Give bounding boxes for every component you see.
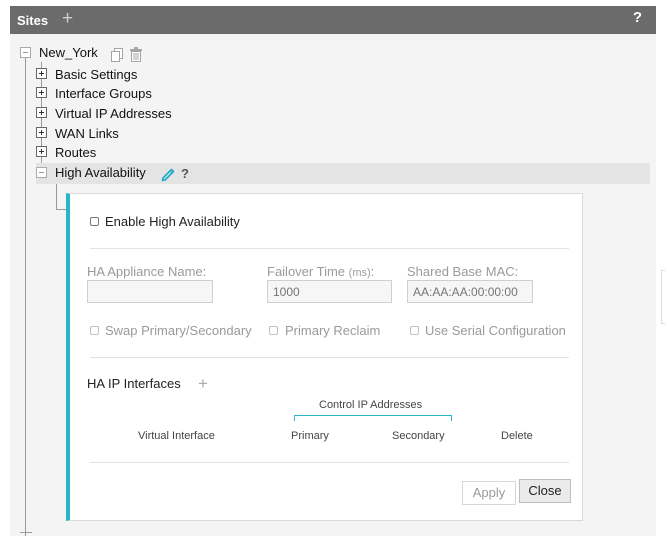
delete-icon[interactable] [130,47,142,67]
use-serial-config-label: Use Serial Configuration [425,323,566,338]
ha-ip-interfaces-title: HA IP Interfaces [87,376,181,391]
tree-root-new-york[interactable]: New_York [39,45,98,60]
divider-middle [90,357,569,358]
scrollbar-stub[interactable] [661,270,665,324]
expand-toggle-interface-groups[interactable] [36,87,47,98]
failover-colon: : [370,264,375,279]
pencil-edit-icon[interactable] [161,166,176,187]
expand-toggle-basic-settings[interactable] [36,68,47,79]
failover-time-text: Failover Time [267,264,346,279]
use-serial-config-checkbox[interactable] [410,326,419,335]
ha-help-icon[interactable]: ? [181,166,189,181]
high-availability-form: Enable High Availability HA Appliance Na… [66,193,583,521]
tree-item-routes[interactable]: Routes [55,145,96,160]
swap-primary-secondary-label: Swap Primary/Secondary [105,323,252,338]
apply-button[interactable]: Apply [462,481,516,505]
col-secondary: Secondary [392,430,445,442]
failover-unit: (ms) [348,267,371,279]
copy-icon[interactable] [111,48,124,67]
failover-time-label: Failover Time (ms): [267,264,374,279]
tree-item-virtual-ip-addresses[interactable]: Virtual IP Addresses [55,106,172,121]
col-delete: Delete [501,430,533,442]
tree-line-root-bottom [20,532,32,533]
shared-base-mac-input[interactable] [407,280,533,303]
sites-header: Sites + ? [10,6,656,34]
enable-ha-label: Enable High Availability [105,214,240,229]
primary-reclaim-label: Primary Reclaim [285,323,381,338]
collapse-toggle-high-availability[interactable] [36,167,47,178]
primary-reclaim-checkbox[interactable] [269,326,278,335]
control-ip-bracket [294,415,452,421]
tree-item-wan-links[interactable]: WAN Links [55,126,119,141]
collapse-toggle-root[interactable] [20,47,31,58]
divider-bottom [90,462,569,463]
shared-base-mac-label: Shared Base MAC: [407,264,519,279]
col-virtual-interface: Virtual Interface [138,430,215,442]
expand-toggle-wan-links[interactable] [36,127,47,138]
expand-toggle-routes[interactable] [36,146,47,157]
help-icon[interactable]: ? [633,9,642,26]
control-ip-addresses-header: Control IP Addresses [319,399,423,411]
failover-time-input[interactable] [267,280,392,303]
close-button[interactable]: Close [519,479,571,503]
sites-title: Sites [17,13,49,28]
tree-line-ha [56,180,57,210]
tree-item-high-availability[interactable]: High Availability [55,165,146,180]
add-site-icon[interactable]: + [62,8,73,30]
add-interface-icon[interactable]: + [198,374,208,394]
expand-toggle-virtual-ip[interactable] [36,107,47,118]
divider-top [90,248,569,249]
enable-ha-checkbox[interactable] [90,217,99,226]
ha-appliance-name-label: HA Appliance Name: [87,264,207,279]
ha-appliance-name-input[interactable] [87,280,213,303]
tree-item-interface-groups[interactable]: Interface Groups [55,86,152,101]
tree-item-basic-settings[interactable]: Basic Settings [55,67,137,82]
col-primary: Primary [291,430,329,442]
tree-line-root [25,58,26,536]
swap-primary-secondary-checkbox[interactable] [90,326,99,335]
